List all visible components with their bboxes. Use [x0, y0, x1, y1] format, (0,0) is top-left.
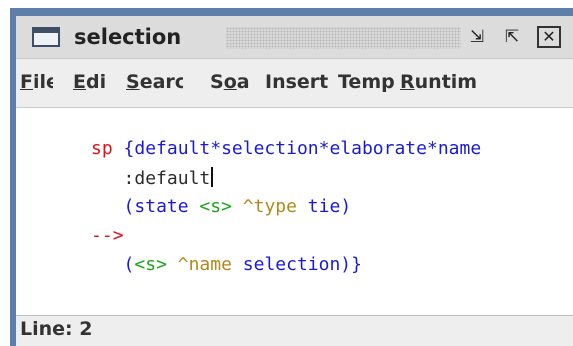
menu-file-clip: e [46, 71, 53, 93]
menu-edit[interactable]: Edi [73, 71, 106, 93]
menu-file-rest: il [32, 71, 47, 93]
code-editor[interactable]: sp {default*selection*elaborate*name :de… [16, 108, 573, 316]
maximize-icon[interactable]: ⇱ [500, 26, 524, 48]
menu-runtime-mnemonic: R [400, 71, 415, 93]
menu-file[interactable]: File [20, 71, 53, 93]
menu-templates[interactable]: Temp [338, 71, 395, 93]
editor-window: selection ⇲ ⇱ ✕ File Edi Searc Soa Inser… [16, 16, 573, 346]
line-indicator: Line: 2 [20, 318, 93, 340]
menu-bar: File Edi Searc Soa Insert Temp Runtim [16, 59, 573, 108]
code-token: <s> [199, 196, 232, 217]
window-titlebar[interactable]: selection ⇲ ⇱ ✕ [16, 16, 573, 59]
code-token: ( [91, 254, 135, 275]
menu-search-rest: ear [139, 71, 175, 93]
menu-soar-mnemonic: o [223, 71, 237, 93]
status-bar: Line: 2 [16, 316, 573, 346]
code-token: <s> [134, 254, 167, 275]
menu-search-mnemonic: S [126, 71, 140, 93]
menu-templates-label: Temp [338, 71, 395, 93]
code-token: state [134, 196, 200, 217]
menu-insert-label: Insert [265, 71, 329, 93]
menu-search[interactable]: Searc [126, 71, 183, 93]
code-token: ^name [166, 254, 232, 275]
menu-file-mnemonic: F [20, 71, 33, 93]
code-token: tie) [296, 196, 352, 217]
close-icon[interactable]: ✕ [537, 26, 561, 48]
menu-soar[interactable]: Soa [210, 71, 250, 93]
menu-edit-mnemonic: E [73, 71, 86, 93]
code-token: selection)} [231, 254, 362, 275]
window-icon [32, 27, 60, 47]
code-token: ^type [231, 196, 297, 217]
menu-runtime-rest: untim [414, 71, 478, 93]
menu-runtime[interactable]: Runtim [400, 71, 477, 93]
menu-search-clip: c [175, 71, 183, 93]
window-title: selection [74, 25, 182, 49]
menu-soar-rest: a [236, 71, 250, 93]
menu-edit-clip: i [99, 71, 106, 93]
code-line-5: (<s> ^name selection)} [26, 232, 362, 298]
iconify-icon[interactable]: ⇲ [465, 26, 489, 48]
menu-insert[interactable]: Insert [265, 71, 328, 93]
menu-edit-rest: d [85, 71, 100, 93]
titlebar-grip[interactable] [226, 27, 461, 49]
menu-soar-s: S [210, 71, 224, 93]
